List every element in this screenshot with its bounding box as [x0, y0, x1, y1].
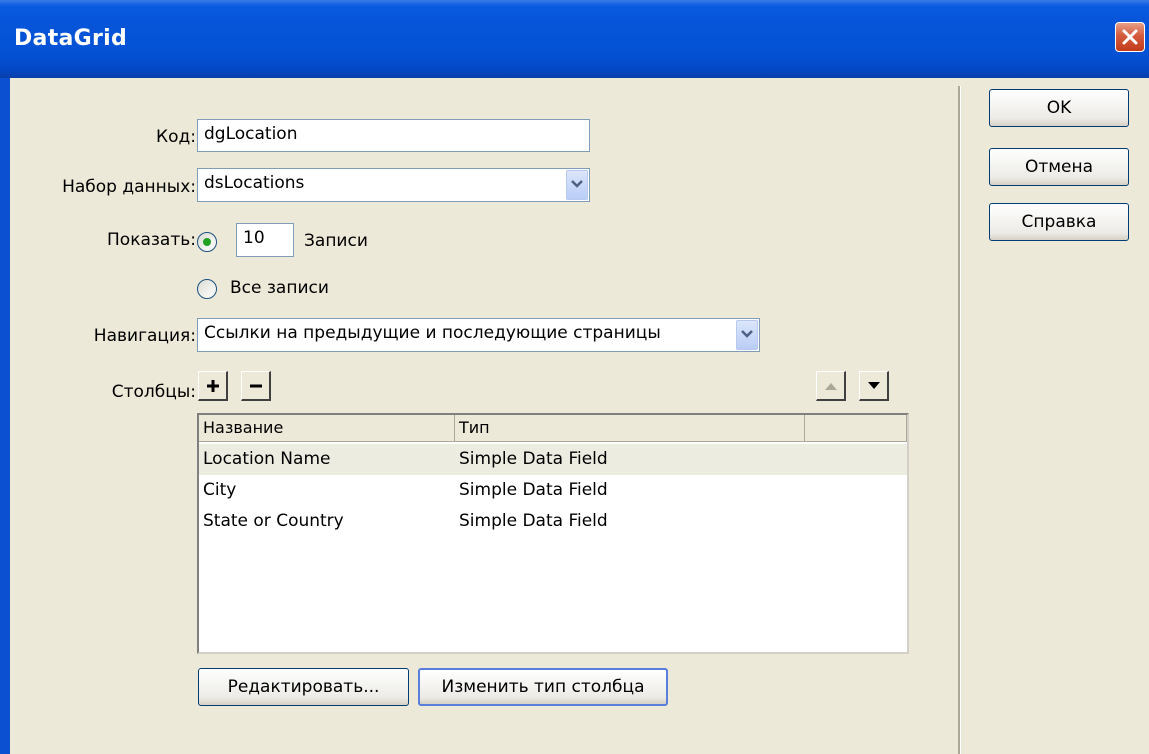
- close-icon: [1122, 29, 1138, 45]
- row-name: Location Name: [203, 449, 331, 469]
- row-type: Simple Data Field: [459, 480, 608, 500]
- dataset-label: Набор данных:: [62, 177, 196, 197]
- title-bar[interactable]: DataGrid: [0, 0, 1149, 78]
- ok-button-label: OK: [1046, 98, 1072, 118]
- vertical-separator: [958, 86, 961, 754]
- close-button[interactable]: [1115, 22, 1145, 52]
- dialog-body: Код: dgLocation Набор данных: dsLocation…: [10, 78, 1149, 754]
- help-button[interactable]: Справка: [989, 203, 1129, 241]
- records-count-input[interactable]: 10: [236, 223, 294, 257]
- table-row[interactable]: City Simple Data Field: [199, 475, 907, 506]
- window-frame-left: [0, 78, 10, 754]
- window-title: DataGrid: [14, 26, 128, 51]
- change-type-button-label: Изменить тип столбца: [441, 677, 645, 697]
- move-down-button[interactable]: [859, 371, 889, 401]
- row-name: State or Country: [203, 511, 344, 531]
- change-type-button[interactable]: Изменить тип столбца: [418, 668, 668, 706]
- table-row[interactable]: Location Name Simple Data Field: [199, 444, 907, 475]
- edit-button-label: Редактировать...: [227, 677, 380, 697]
- records-suffix-label: Записи: [304, 231, 368, 251]
- dataset-select[interactable]: dsLocations: [197, 168, 590, 202]
- arrow-down-icon: [868, 382, 880, 389]
- add-column-button[interactable]: [198, 371, 228, 401]
- header-type[interactable]: Тип: [455, 415, 805, 441]
- cancel-button-label: Отмена: [1024, 157, 1094, 177]
- arrow-up-icon: [825, 383, 837, 390]
- grid-header: Название Тип: [199, 415, 907, 442]
- all-records-label: Все записи: [230, 278, 329, 298]
- datagrid-dialog: DataGrid Код: dgLocation Набор данных: d…: [0, 0, 1149, 754]
- row-type: Simple Data Field: [459, 511, 608, 531]
- plus-icon: [207, 380, 219, 392]
- dataset-dropdown-button[interactable]: [566, 170, 588, 200]
- records-radio[interactable]: [197, 232, 217, 252]
- edit-button[interactable]: Редактировать...: [198, 668, 409, 706]
- id-input[interactable]: dgLocation: [197, 119, 590, 152]
- id-label: Код:: [156, 127, 196, 147]
- chevron-down-icon: [571, 180, 583, 188]
- columns-grid[interactable]: Название Тип Location Name Simple Data F…: [197, 413, 909, 654]
- minus-icon: [250, 384, 262, 388]
- all-records-radio[interactable]: [197, 279, 217, 299]
- dataset-value: dsLocations: [204, 173, 305, 193]
- navigation-dropdown-button[interactable]: [736, 320, 758, 350]
- cancel-button[interactable]: Отмена: [989, 148, 1129, 186]
- chevron-down-icon: [741, 330, 753, 338]
- header-extra[interactable]: [805, 415, 907, 441]
- show-label: Показать:: [107, 230, 196, 250]
- move-up-button[interactable]: [816, 371, 846, 401]
- table-row[interactable]: State or Country Simple Data Field: [199, 506, 907, 537]
- radio-selected-dot: [203, 238, 211, 246]
- ok-button[interactable]: OK: [989, 89, 1129, 127]
- help-button-label: Справка: [1021, 212, 1097, 232]
- remove-column-button[interactable]: [241, 371, 271, 401]
- navigation-select[interactable]: Ссылки на предыдущие и последующие стран…: [197, 318, 760, 352]
- row-type: Simple Data Field: [459, 449, 608, 469]
- columns-label: Столбцы:: [111, 382, 196, 402]
- navigation-value: Ссылки на предыдущие и последующие стран…: [204, 323, 661, 343]
- header-name[interactable]: Название: [199, 415, 455, 441]
- navigation-label: Навигация:: [93, 326, 196, 346]
- row-name: City: [203, 480, 237, 500]
